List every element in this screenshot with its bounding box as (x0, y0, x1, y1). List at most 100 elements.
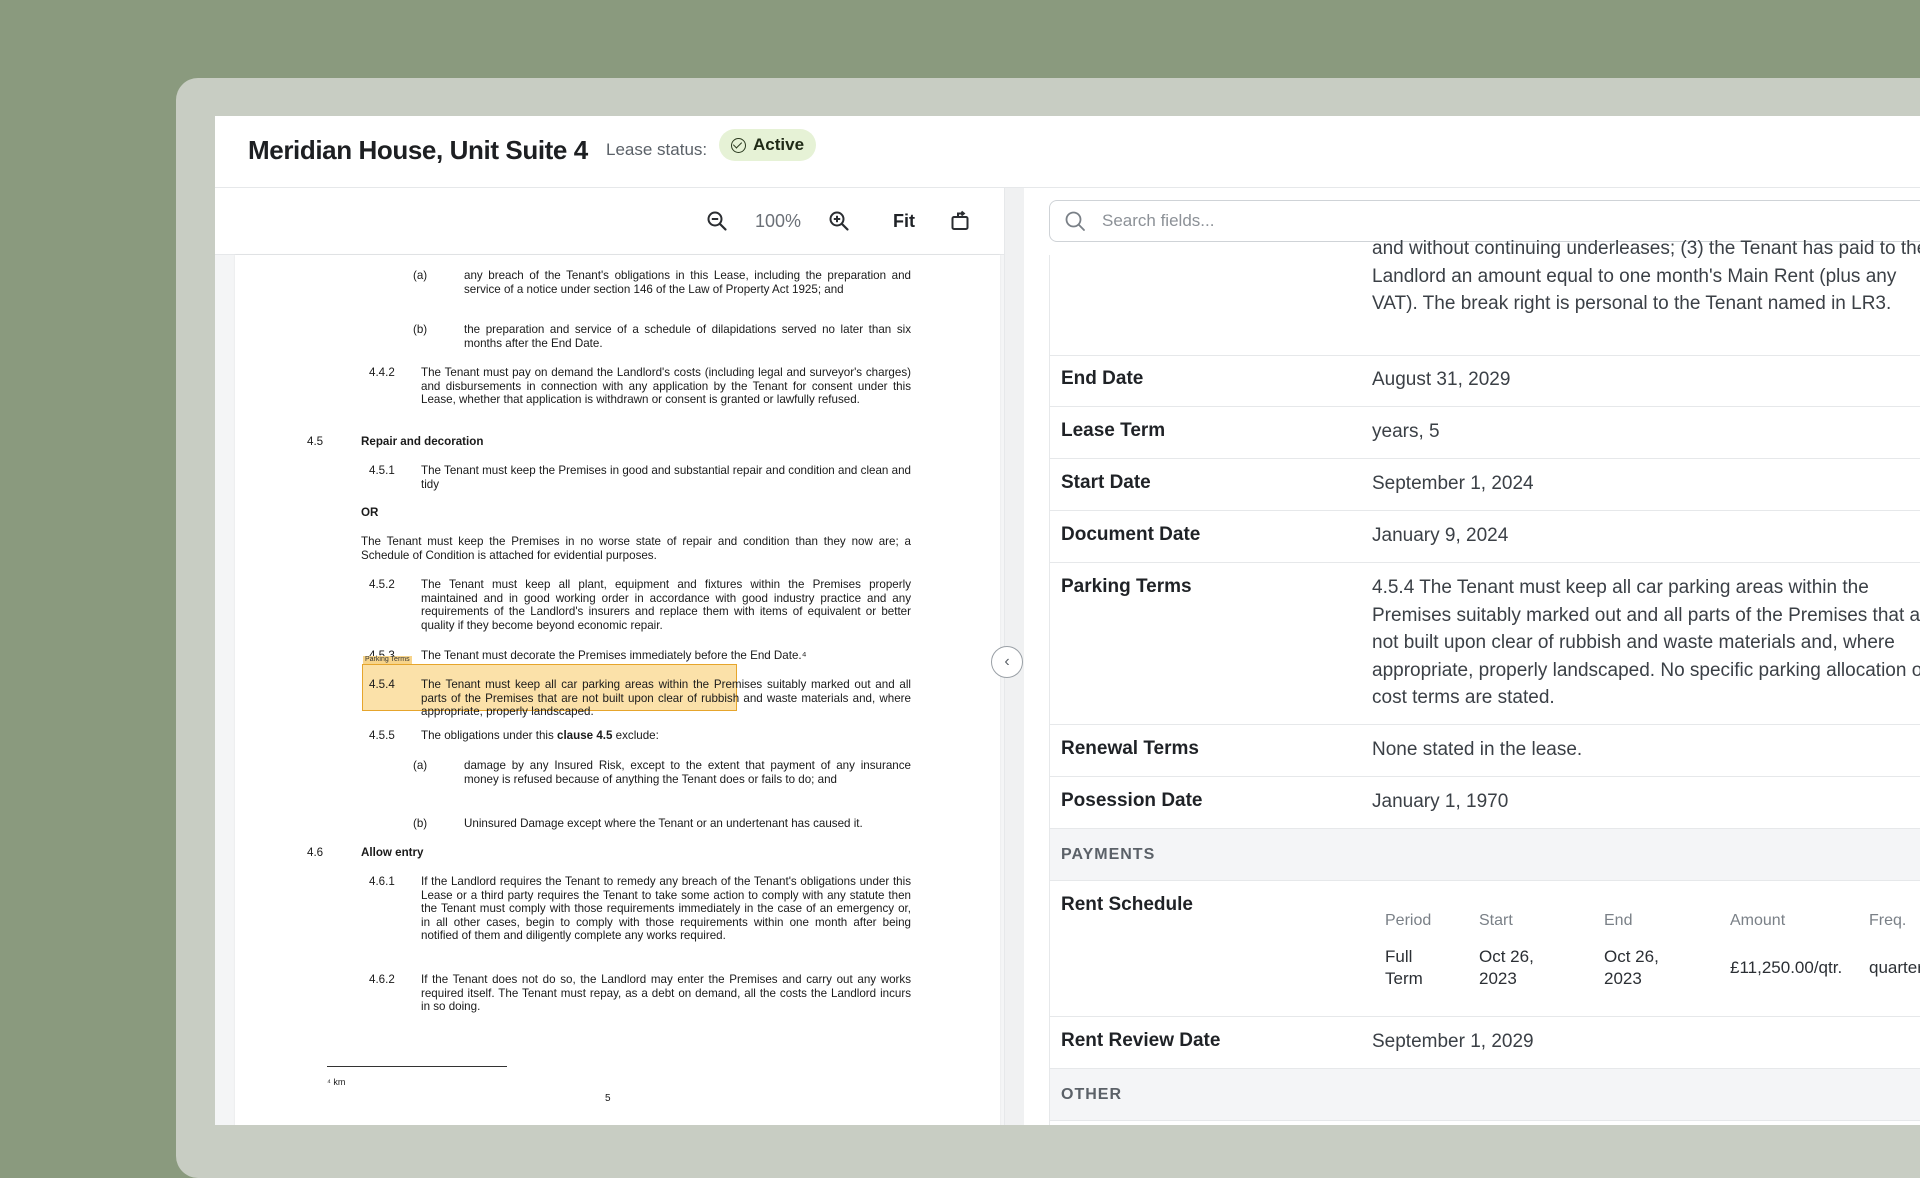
clause-text: damage by any Insured Risk, except to th… (464, 759, 911, 786)
clause-text: The obligations under this clause 4.5 ex… (421, 729, 911, 743)
collapse-panel-button[interactable]: ‹ (991, 646, 1023, 678)
clause-number: (a) (413, 759, 428, 772)
rent-cell-end: Oct 26, 2023 (1604, 947, 1659, 988)
clause-number: 4.5.4 (369, 678, 395, 691)
clause-number: 4.5.2 (369, 578, 395, 591)
field-value: None stated in the lease. (1372, 739, 1583, 760)
clause-reference: clause 4.5 (557, 729, 613, 742)
status-badge-label: Active (753, 135, 805, 154)
chevron-left-icon: ‹ (1004, 653, 1010, 670)
zoom-out-button[interactable] (700, 204, 734, 238)
clause-number: (b) (413, 323, 428, 336)
section-title: OTHER (1061, 1086, 1122, 1103)
check-circle-icon (731, 137, 746, 153)
field-row-end-date[interactable]: End Date August 31, 2029 (1050, 355, 1920, 407)
rent-table-header: Freq. (1869, 912, 1907, 929)
rotate-icon (951, 210, 969, 230)
clause-text: any breach of the Tenant's obligations i… (464, 269, 911, 296)
rent-cell-freq: quarterly (1869, 958, 1920, 977)
section-title: PAYMENTS (1061, 846, 1156, 863)
lease-status-label: Lease status: (606, 140, 708, 159)
footnote-divider (327, 1066, 507, 1067)
rent-table-header: Start (1479, 912, 1513, 929)
field-row-lease-term[interactable]: Lease Term years, 5 (1050, 407, 1920, 459)
clause-heading: Repair and decoration (361, 435, 484, 448)
clause-number: 4.6.2 (369, 973, 395, 986)
field-list: and without continuing underleases; (3) … (1049, 238, 1920, 1125)
field-row-possession-date[interactable]: Posession Date January 1, 1970 (1050, 777, 1920, 829)
fields-panel: and without continuing underleases; (3) … (1024, 188, 1920, 1125)
page-header: Meridian House, Unit Suite 4 Lease statu… (215, 116, 1920, 188)
field-row-document-date[interactable]: Document Date January 9, 2024 (1050, 511, 1920, 563)
status-badge: Active (719, 129, 817, 161)
field-row-renewal-terms[interactable]: Renewal Terms None stated in the lease. (1050, 725, 1920, 777)
field-row-rent-review-date[interactable]: Rent Review Date September 1, 2029 (1050, 1017, 1920, 1069)
section-header-payments: PAYMENTS (1050, 829, 1920, 881)
zoom-level: 100% (754, 210, 802, 231)
clause-or: OR (361, 506, 379, 519)
zoom-in-icon (829, 211, 849, 231)
document-page: (a) any breach of the Tenant's obligatio… (235, 255, 1000, 1125)
field-value: 4.5.4 The Tenant must keep all car parki… (1372, 577, 1920, 708)
field-value: and without continuing underleases; (3) … (1372, 238, 1920, 314)
clause-text: If the Tenant does not do so, the Landlo… (421, 973, 911, 1014)
clause-number: 4.5.1 (369, 464, 395, 477)
field-row-start-date[interactable]: Start Date September 1, 2024 (1050, 459, 1920, 511)
clause-text: The Tenant must keep all car parking are… (421, 678, 911, 719)
clause-text: The Tenant must keep all plant, equipmen… (421, 578, 911, 632)
clause-number: (b) (413, 817, 428, 830)
clause-number: 4.4.2 (369, 366, 395, 379)
clause-number: 4.6.1 (369, 875, 395, 888)
field-label: Rent Schedule (1061, 894, 1193, 915)
rent-cell-start: Oct 26, 2023 (1479, 947, 1534, 988)
viewer-toolbar: 100% Fit (215, 188, 1004, 255)
rent-table-header: Amount (1730, 912, 1786, 929)
clause-text-post: exclude: (612, 729, 659, 742)
field-row-parking-terms[interactable]: Parking Terms 4.5.4 The Tenant must keep… (1050, 563, 1920, 725)
clause-number: (a) (413, 269, 428, 282)
rent-cell-period: Full Term (1385, 947, 1423, 988)
clause-number: 4.6 (307, 846, 324, 859)
clause-text: the preparation and service of a schedul… (464, 323, 911, 350)
field-value: September 1, 2024 (1372, 473, 1534, 494)
field-label: Lease Term (1061, 420, 1166, 441)
highlight-tag: Parking Terms (363, 656, 412, 664)
clause-text: The Tenant must keep the Premises in goo… (421, 464, 911, 491)
page-title: Meridian House, Unit Suite 4 (248, 135, 588, 165)
document-viewer: 100% Fit (a) any breach of the Tenant's … (215, 188, 1004, 1125)
field-value: August 31, 2029 (1372, 369, 1511, 390)
field-value: years, 5 (1372, 421, 1440, 442)
field-label: Document Date (1061, 524, 1201, 545)
field-row-break-clause[interactable]: and without continuing underleases; (3) … (1050, 225, 1920, 356)
fit-button[interactable]: Fit (883, 204, 925, 238)
clause-number: 4.5.5 (369, 729, 395, 742)
field-label: Start Date (1061, 472, 1151, 493)
field-label: Parking Terms (1061, 576, 1192, 597)
field-value: January 9, 2024 (1372, 525, 1509, 546)
rent-cell-amount: £11,250.00/qtr. (1730, 958, 1843, 977)
clause-text: Uninsured Damage except where the Tenant… (464, 817, 863, 830)
field-label: Rent Review Date (1061, 1030, 1221, 1051)
clause-text: The Tenant must decorate the Premises im… (421, 649, 807, 662)
field-value: September 1, 2029 (1372, 1031, 1534, 1052)
field-label: End Date (1061, 368, 1144, 389)
section-header-other: OTHER (1050, 1069, 1920, 1121)
clause-text: The Tenant must keep the Premises in no … (361, 535, 911, 562)
rotate-button[interactable] (943, 204, 977, 238)
field-label: Posession Date (1061, 790, 1203, 811)
zoom-in-button[interactable] (822, 204, 856, 238)
page-number: 5 (605, 1093, 611, 1104)
zoom-out-icon (707, 211, 727, 231)
app-window: Meridian House, Unit Suite 4 Lease statu… (215, 116, 1920, 1125)
clause-number: 4.5 (307, 435, 324, 448)
field-label: Renewal Terms (1061, 738, 1199, 759)
rent-table-header: Period (1385, 912, 1432, 929)
clause-text: If the Landlord requires the Tenant to r… (421, 875, 911, 943)
footnote: ⁴ km (327, 1077, 346, 1087)
clause-heading: Allow entry (361, 846, 424, 859)
field-value: January 1, 1970 (1372, 791, 1509, 812)
rent-table-header: End (1604, 912, 1633, 929)
clause-text-pre: The obligations under this (421, 729, 557, 742)
field-row-rent-schedule[interactable]: Rent Schedule Period Start End Amount Fr… (1050, 881, 1920, 1017)
clause-text: The Tenant must pay on demand the Landlo… (421, 366, 911, 407)
